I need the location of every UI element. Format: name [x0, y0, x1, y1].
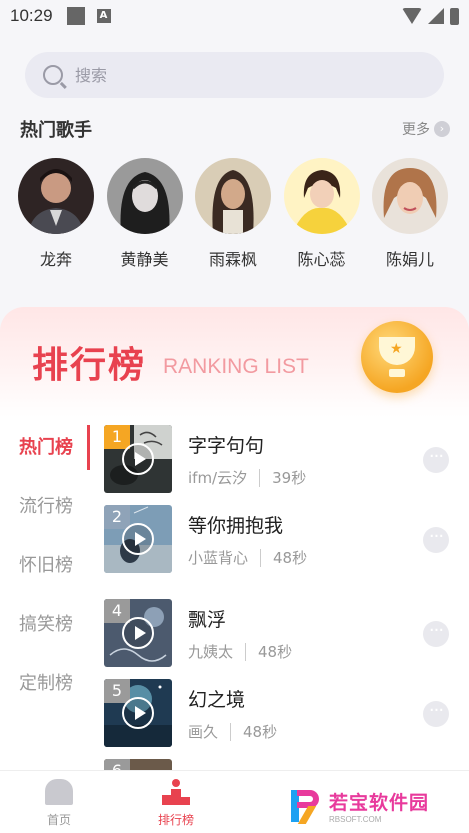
song-meta: 画久 48秒	[188, 721, 277, 742]
song-cover[interactable]: 6	[104, 759, 172, 770]
play-icon[interactable]	[122, 617, 154, 649]
notification-a-icon: A	[96, 9, 111, 23]
watermark: 若宝软件园 RBSOFT.COM	[289, 786, 459, 826]
wifi-icon	[402, 8, 422, 24]
avatar	[372, 158, 448, 234]
song-title: 字字句句	[188, 435, 265, 457]
avatar	[18, 158, 94, 234]
status-time: 10:29	[10, 6, 53, 25]
song-artist: 九姨太	[188, 643, 234, 661]
rank-badge: 6	[104, 759, 130, 770]
song-duration: 48秒	[243, 723, 278, 741]
singer-item[interactable]: 雨霖枫	[195, 158, 271, 270]
song-item[interactable]: 2 等你拥抱我 小蓝背心 48秒 ···	[104, 505, 454, 585]
song-title: 幻之境	[188, 689, 246, 711]
home-icon	[45, 779, 73, 805]
song-item[interactable]: 1 字字句句 ifm/云汐 39秒 ···	[104, 425, 454, 505]
tab-hot[interactable]: 热门榜	[0, 425, 90, 484]
song-cover[interactable]: 1	[104, 425, 172, 493]
rank-badge: 4	[104, 599, 130, 623]
singer-name: 雨霖枫	[208, 250, 257, 269]
battery-icon	[450, 7, 459, 25]
rank-badge: 5	[104, 679, 130, 703]
more-options-icon[interactable]: ···	[423, 527, 449, 553]
avatar	[106, 158, 183, 234]
ranking-content: 热门榜 流行榜 怀旧榜 搞笑榜 定制榜 1 字字句句 ifm/云汐 39秒 ··…	[0, 417, 469, 770]
song-list: 1 字字句句 ifm/云汐 39秒 ··· 2 等你拥抱我 小蓝背心 48秒 ·…	[104, 425, 454, 770]
play-icon[interactable]	[122, 443, 154, 475]
ranking-title: 排行榜	[32, 345, 147, 386]
song-item[interactable]: 6	[104, 759, 454, 770]
singer-item[interactable]: 陈心蕊	[283, 158, 360, 270]
song-item[interactable]: 5 幻之境 画久 48秒 ···	[104, 679, 454, 759]
meta-divider	[245, 642, 247, 661]
more-label: 更多	[402, 122, 430, 138]
song-artist: ifm/云汐	[188, 469, 248, 487]
singer-name: 黄静美	[120, 250, 169, 269]
more-options-icon[interactable]: ···	[423, 701, 449, 727]
play-icon[interactable]	[122, 523, 154, 555]
play-icon[interactable]	[122, 697, 154, 729]
rank-badge: 1	[104, 425, 130, 449]
nav-home-label: 首页	[46, 813, 71, 827]
singer-list: 龙奔 黄静美 雨霖枫 陈心蕊 陈娟儿	[18, 158, 448, 270]
tab-custom[interactable]: 定制榜	[0, 661, 90, 720]
ranking-banner: 排行榜 RANKING LIST ★	[0, 307, 469, 417]
song-meta: 小蓝背心 48秒	[188, 547, 307, 568]
singer-name: 陈娟儿	[385, 250, 434, 269]
ranking-tabs: 热门榜 流行榜 怀旧榜 搞笑榜 定制榜	[0, 425, 90, 720]
song-item[interactable]: 4 飘浮 九姨太 48秒 ···	[104, 599, 454, 679]
song-title: 等你拥抱我	[188, 515, 284, 537]
song-duration: 39秒	[272, 469, 307, 487]
singer-item[interactable]: 陈娟儿	[372, 158, 448, 270]
hot-singers-header: 热门歌手 更多 ›	[20, 116, 450, 142]
watermark-subtext: RBSOFT.COM	[329, 815, 382, 824]
tab-popular[interactable]: 流行榜	[0, 484, 90, 543]
song-meta: ifm/云汐 39秒	[188, 467, 306, 488]
meta-divider	[230, 722, 232, 741]
rank-badge: 2	[104, 505, 130, 529]
tab-nostalgia[interactable]: 怀旧榜	[0, 543, 90, 602]
song-artist: 画久	[188, 723, 219, 741]
avatar	[195, 158, 271, 234]
singer-item[interactable]: 龙奔	[18, 158, 94, 270]
watermark-logo-icon	[289, 788, 323, 824]
hot-singers-title: 热门歌手	[20, 120, 92, 141]
chevron-right-icon: ›	[434, 121, 450, 137]
signal-icon	[428, 8, 444, 24]
song-duration: 48秒	[273, 549, 308, 567]
song-cover[interactable]: 5	[104, 679, 172, 747]
watermark-text: 若宝软件园	[329, 792, 430, 814]
status-bar: 10:29 A	[0, 0, 469, 32]
song-meta: 九姨太 48秒	[188, 641, 292, 662]
song-artist: 小蓝背心	[188, 549, 249, 567]
more-button[interactable]: 更多 ›	[402, 119, 450, 139]
song-cover[interactable]: 4	[104, 599, 172, 667]
ranking-subtitle: RANKING LIST	[163, 355, 309, 378]
nav-ranking[interactable]: 排行榜	[146, 779, 206, 828]
avatar	[283, 158, 360, 234]
nav-ranking-label: 排行榜	[157, 813, 194, 827]
song-duration: 48秒	[258, 643, 293, 661]
tab-funny[interactable]: 搞笑榜	[0, 602, 90, 661]
nav-home[interactable]: 首页	[29, 779, 89, 828]
search-bar[interactable]	[25, 52, 444, 98]
song-title: 飘浮	[188, 609, 227, 631]
notification-square-icon	[66, 7, 85, 25]
more-options-icon[interactable]: ···	[423, 621, 449, 647]
search-icon	[43, 65, 63, 85]
meta-divider	[259, 468, 261, 487]
more-options-icon[interactable]: ···	[423, 447, 449, 473]
song-cover[interactable]: 2	[104, 505, 172, 573]
meta-divider	[260, 548, 262, 567]
podium-icon	[162, 779, 190, 805]
singer-name: 陈心蕊	[297, 250, 346, 269]
singer-name: 龙奔	[39, 250, 72, 269]
search-input[interactable]	[75, 65, 405, 85]
status-indicators	[402, 7, 459, 25]
trophy-icon: ★	[361, 321, 433, 393]
singer-item[interactable]: 黄静美	[106, 158, 183, 270]
